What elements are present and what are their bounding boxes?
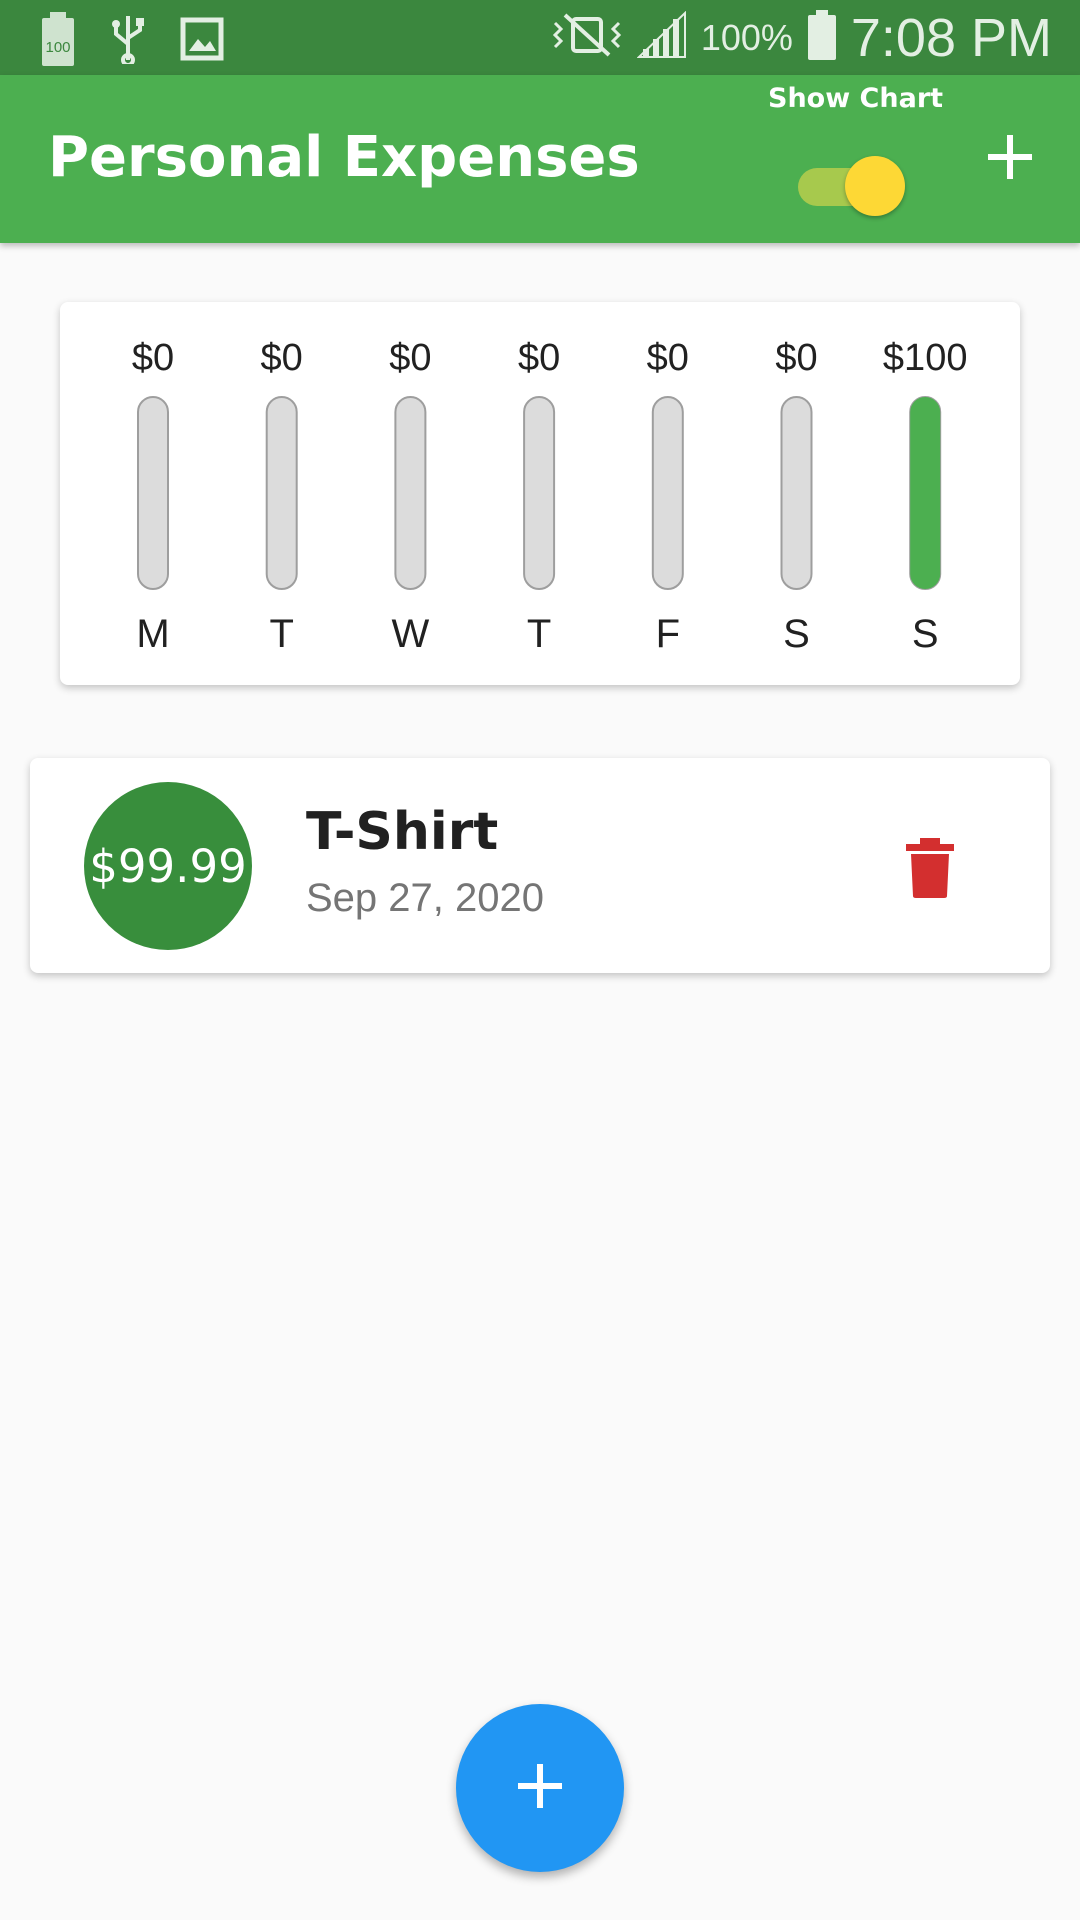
switch-thumb (845, 156, 905, 216)
bar-value-label: $0 (775, 337, 817, 379)
plus-icon (510, 1756, 570, 1821)
battery-icon (807, 10, 837, 65)
status-bar: 100 100% 7:08 PM (0, 0, 1080, 75)
weekly-spending-chart: $0 M $0 T $0 W $0 T $0 F $0 S $100 S (132, 337, 968, 656)
transaction-amount-avatar: $99.99 (84, 782, 252, 950)
bar-fill (910, 397, 941, 589)
weekly-chart-card: $0 M $0 T $0 W $0 T $0 F $0 S $100 S (60, 302, 1020, 685)
bar-day-label: W (392, 612, 430, 656)
status-bar-left-icons: 100 (40, 12, 224, 71)
app-bar: Personal Expenses Show Chart (0, 75, 1080, 243)
show-chart-switch[interactable] (798, 153, 906, 217)
add-transaction-fab[interactable] (456, 1704, 624, 1872)
bar-value-label: $100 (883, 337, 968, 379)
signal-icon (636, 10, 687, 64)
battery-percent: 100% (700, 16, 793, 58)
bar-track (651, 396, 684, 590)
delete-transaction-button[interactable] (900, 836, 960, 900)
usb-icon (108, 14, 148, 69)
bar-track (394, 396, 427, 590)
bar-track (265, 396, 298, 590)
clock: 7:08 PM (850, 7, 1052, 68)
trash-icon (900, 838, 960, 904)
transaction-title: T-Shirt (306, 802, 499, 862)
bar-value-label: $0 (389, 337, 431, 379)
bar-day-label: S (783, 612, 810, 656)
vibrate-off-icon (551, 13, 623, 62)
transaction-card: $99.99 T-Shirt Sep 27, 2020 (30, 758, 1050, 973)
transaction-amount: $99.99 (89, 839, 247, 893)
bar-day-label: T (527, 612, 551, 656)
image-icon (180, 17, 224, 66)
transaction-date: Sep 27, 2020 (306, 876, 544, 920)
status-bar-right: 100% 7:08 PM (551, 0, 1052, 75)
show-chart-label: Show Chart (768, 83, 944, 114)
battery-badge-text: 100 (45, 39, 70, 56)
bar-track (780, 396, 813, 590)
bar-value-label: $0 (261, 337, 303, 379)
bar-track (523, 396, 556, 590)
bar-value-label: $0 (647, 337, 689, 379)
bar-day-label: F (656, 612, 680, 656)
bar-value-label: $0 (132, 337, 174, 379)
add-transaction-button[interactable] (978, 125, 1042, 189)
bar-day-label: T (269, 612, 293, 656)
bar-value-label: $0 (518, 337, 560, 379)
page-title: Personal Expenses (48, 125, 640, 190)
bar-day-label: S (912, 612, 939, 656)
bar-day-label: M (136, 612, 169, 656)
battery-saver-icon: 100 (40, 12, 76, 71)
plus-icon (978, 135, 1042, 193)
bar-track (137, 396, 169, 590)
